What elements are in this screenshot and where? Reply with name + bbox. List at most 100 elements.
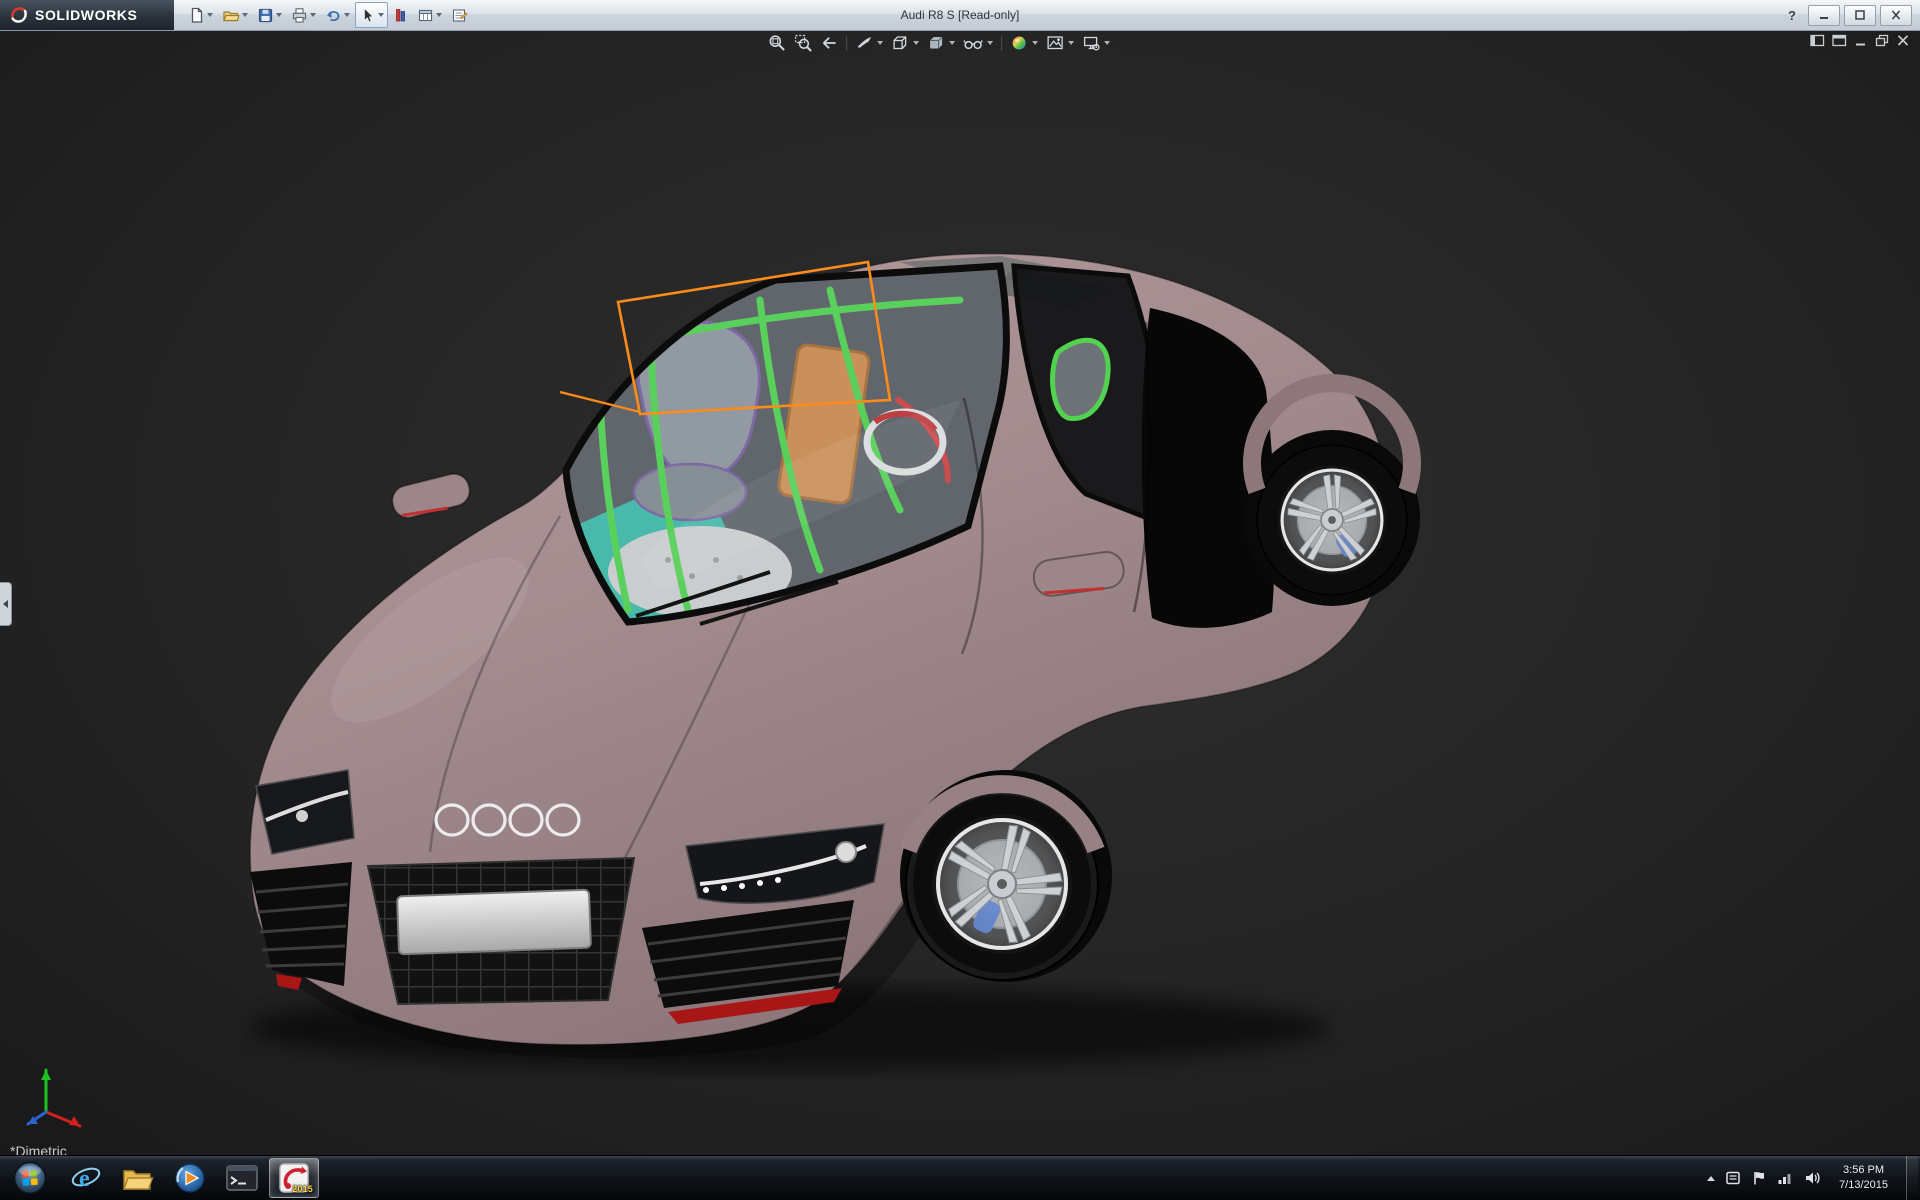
folder-icon (123, 1170, 154, 1190)
document-close-icon (1897, 35, 1909, 46)
dropdown-caret-icon (987, 41, 994, 45)
select-cursor-icon (364, 7, 374, 22)
view-settings-button[interactable] (1079, 32, 1113, 54)
pane-restore-icon (1832, 34, 1847, 47)
dropdown-caret-icon (1104, 41, 1111, 45)
reference-triad[interactable] (16, 1050, 94, 1132)
zoom-to-area-button[interactable] (791, 32, 815, 54)
dropdown-caret-icon (344, 13, 350, 17)
taskbar-clock[interactable]: 3:56 PM 7/13/2015 (1831, 1163, 1896, 1193)
zoom-to-area-icon (795, 34, 812, 52)
document-restore-icon (1875, 34, 1889, 47)
taskbar-item-media-player[interactable] (165, 1158, 215, 1198)
taskbar-item-command-prompt[interactable] (217, 1158, 267, 1198)
model-canvas[interactable] (0, 30, 1920, 1156)
dropdown-caret-icon (949, 41, 956, 45)
chevron-left-icon (3, 600, 8, 608)
display-style-button[interactable] (924, 32, 958, 54)
view-orientation-button[interactable] (888, 32, 922, 54)
license-plate (396, 888, 592, 956)
document-window-controls (1810, 34, 1910, 47)
clock-time: 3:56 PM (1843, 1164, 1885, 1177)
print-icon (292, 7, 307, 23)
document-close-button[interactable] (1896, 34, 1910, 47)
rear-wheel[interactable] (1256, 444, 1408, 596)
caption-buttons: ? (1780, 4, 1920, 26)
document-minimize-button[interactable] (1854, 34, 1868, 47)
show-desktop-button[interactable] (1906, 1156, 1918, 1200)
clock-date: 7/13/2015 (1839, 1179, 1888, 1191)
document-restore-button[interactable] (1875, 34, 1889, 47)
open-folder-icon (223, 10, 240, 21)
undo-button[interactable] (321, 2, 354, 28)
solidworks-version-badge: 2015 (292, 1184, 313, 1194)
volume-icon[interactable] (1804, 1170, 1821, 1186)
dropdown-caret-icon (436, 13, 442, 17)
edit-appearance-button[interactable] (1007, 32, 1041, 54)
window-title: Audi R8 S [Read-only] (900, 8, 1020, 22)
hide-show-glasses-icon (963, 40, 983, 50)
taskbar-item-solidworks-2015[interactable]: 2015 (269, 1158, 319, 1198)
network-icon[interactable] (1777, 1170, 1794, 1186)
command-prompt-icon (226, 1165, 258, 1191)
new-document-button[interactable] (184, 2, 217, 28)
headsup-view-toolbar (765, 32, 1113, 54)
taskbar-item-internet-explorer[interactable]: e (61, 1158, 111, 1198)
design-table-button[interactable] (413, 2, 446, 28)
svg-text:e: e (79, 1166, 90, 1192)
xpress-tools-button[interactable] (389, 2, 412, 28)
save-button[interactable] (253, 2, 286, 28)
media-player-icon (175, 1163, 205, 1193)
pane-left-button[interactable] (1810, 34, 1825, 47)
tray-app-icon[interactable] (1725, 1170, 1741, 1186)
graphics-viewport[interactable]: *Dimetric (0, 30, 1920, 1156)
open-button[interactable] (218, 2, 252, 28)
start-button[interactable] (2, 1157, 58, 1199)
toolbar-separator (846, 35, 848, 51)
dropdown-caret-icon (877, 41, 884, 45)
action-center-flag-icon[interactable] (1751, 1170, 1767, 1186)
dropdown-caret-icon (1068, 41, 1075, 45)
zoom-to-fit-icon (769, 35, 785, 51)
intake-left[interactable] (250, 862, 352, 986)
featuremanager-flyout-handle[interactable] (0, 582, 12, 626)
options-sheet-icon (452, 8, 468, 22)
taskbar: e 2015 3:56 PM 7/13/2015 (0, 1155, 1920, 1200)
options-sheet-button[interactable] (447, 2, 472, 28)
windows-start-icon (13, 1161, 47, 1195)
help-button[interactable]: ? (1780, 8, 1804, 23)
document-minimize-icon (1856, 43, 1865, 46)
app-titlebar: SOLIDWORKS Audi R8 S [Read-only] ? (0, 0, 1920, 31)
print-button[interactable] (287, 2, 320, 28)
main-toolbar (174, 2, 472, 28)
hide-show-items-button[interactable] (960, 32, 996, 54)
maximize-button[interactable] (1844, 4, 1876, 26)
previous-view-button[interactable] (817, 32, 841, 54)
show-hidden-icons-chevron[interactable] (1707, 1175, 1716, 1181)
minimize-button[interactable] (1808, 4, 1840, 26)
minimize-icon (1820, 17, 1828, 19)
zoom-to-fit-button[interactable] (765, 32, 789, 54)
view-orientation-cube-icon (893, 36, 907, 50)
undo-arrow-icon (326, 10, 340, 21)
previous-view-icon (823, 37, 836, 49)
close-button[interactable] (1880, 4, 1912, 26)
car-group[interactable] (249, 252, 1421, 1070)
section-view-button[interactable] (852, 32, 886, 54)
display-style-icon (930, 36, 943, 49)
dropdown-caret-icon (310, 13, 316, 17)
save-floppy-icon (258, 8, 273, 22)
pane-restore-button[interactable] (1832, 34, 1847, 47)
headlight-projector (835, 841, 857, 863)
design-table-icon (418, 9, 433, 21)
apply-scene-icon (1047, 36, 1063, 50)
dropdown-caret-icon (207, 13, 213, 17)
mirror-left[interactable] (389, 471, 472, 521)
car-model[interactable] (0, 30, 1920, 1156)
solidworks-logo-icon (11, 7, 28, 23)
taskbar-item-file-explorer[interactable] (113, 1158, 163, 1198)
dropdown-caret-icon (378, 13, 384, 17)
select-tool-button[interactable] (355, 2, 388, 28)
apply-scene-button[interactable] (1043, 32, 1077, 54)
maximize-icon (1855, 10, 1865, 20)
